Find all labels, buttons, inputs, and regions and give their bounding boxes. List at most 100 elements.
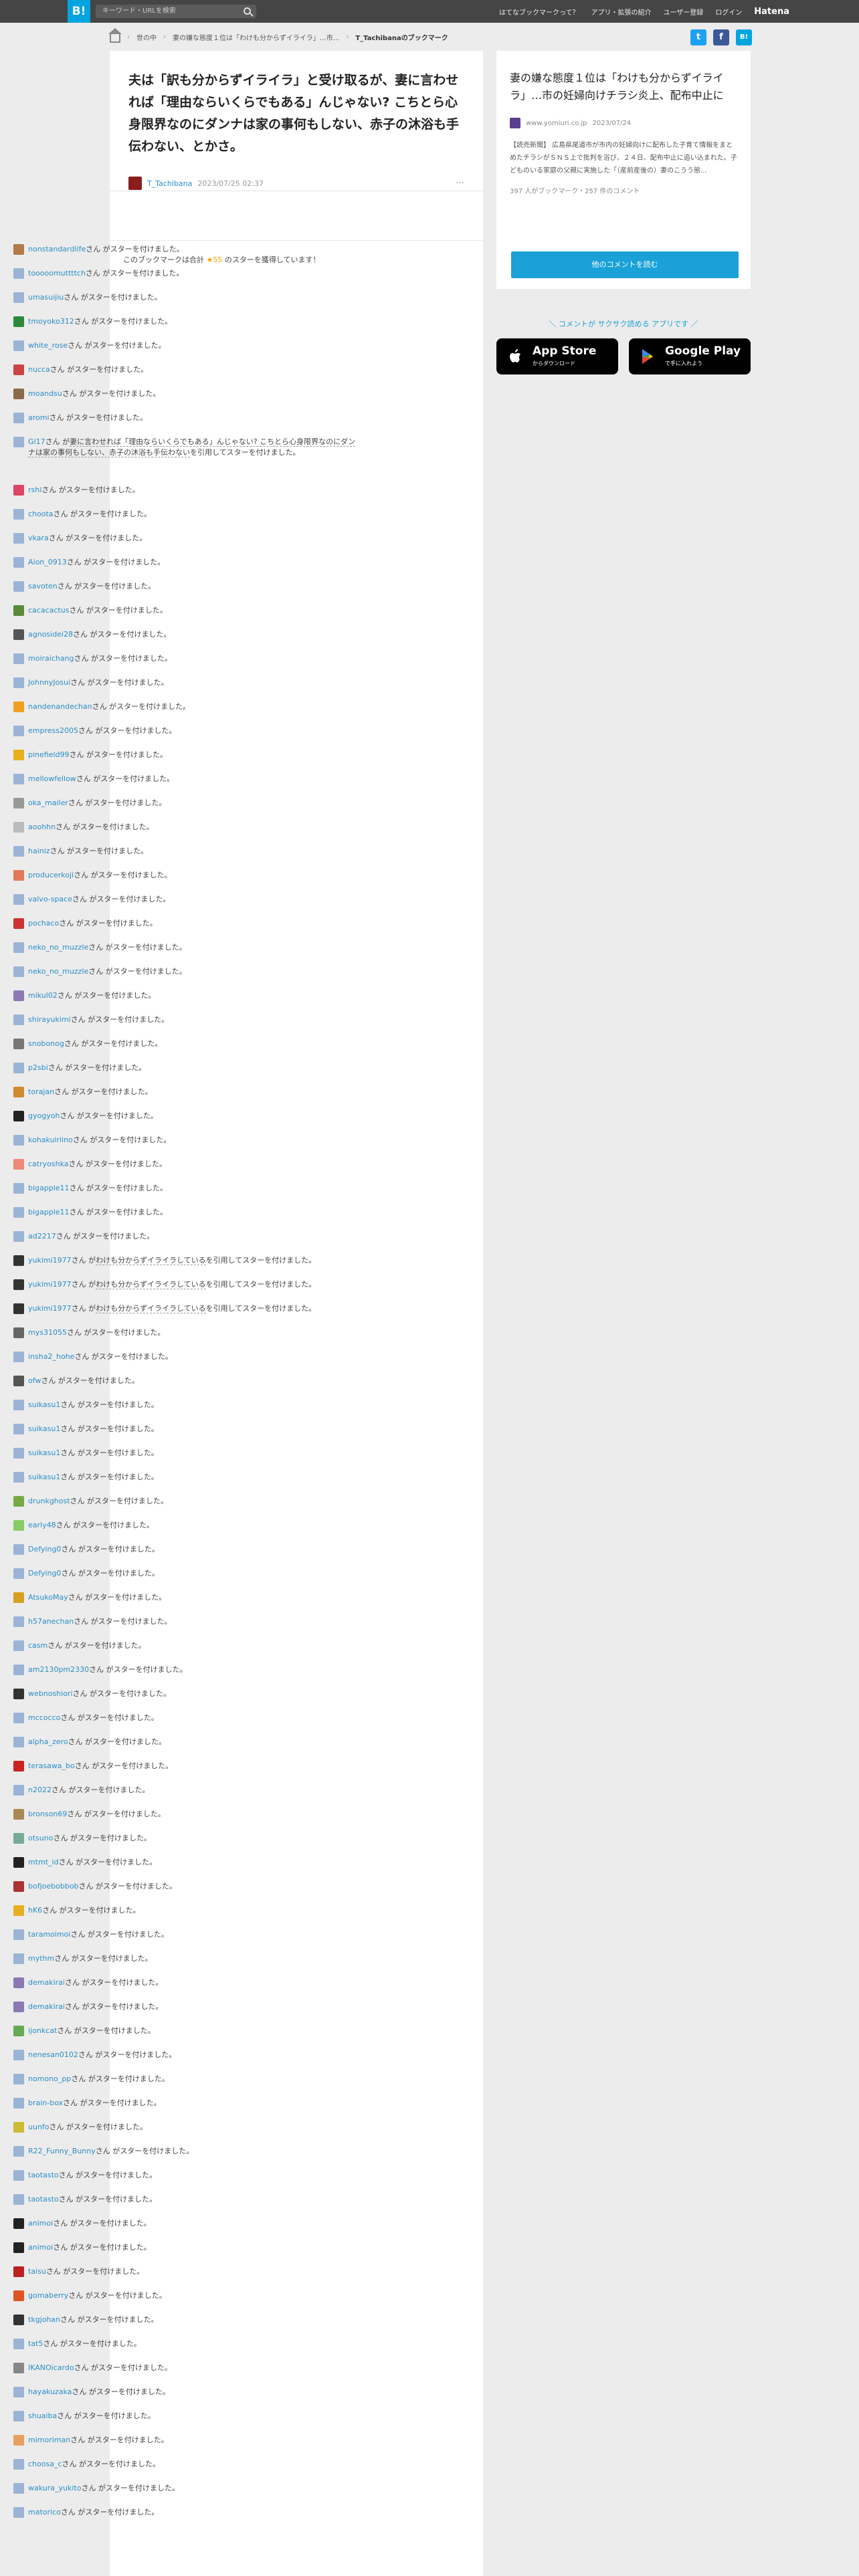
user-avatar-icon[interactable] xyxy=(13,509,24,520)
star-user-link[interactable]: n2022 xyxy=(28,1786,52,1794)
user-avatar-icon[interactable] xyxy=(13,2074,24,2084)
star-user-link[interactable]: ad2217 xyxy=(28,1232,56,1241)
star-user-link[interactable]: early48 xyxy=(28,1521,56,1529)
star-user-link[interactable]: tkgjohan xyxy=(28,2315,60,2324)
user-avatar-icon[interactable] xyxy=(13,1568,24,1579)
star-user-link[interactable]: ijonkcat xyxy=(28,2026,57,2035)
star-user-link[interactable]: shuaiba xyxy=(28,2411,57,2420)
google-play-badge[interactable]: Google Play で手に入れよう xyxy=(629,338,751,374)
star-user-link[interactable]: rshi xyxy=(28,486,41,494)
user-avatar-icon[interactable] xyxy=(13,846,24,857)
user-avatar-icon[interactable] xyxy=(13,413,24,423)
facebook-share-icon[interactable]: f xyxy=(713,29,729,45)
hatena-share-icon[interactable]: B! xyxy=(736,29,752,45)
star-user-link[interactable]: moandsu xyxy=(28,389,62,398)
star-user-link[interactable]: brain-box xyxy=(28,2099,63,2107)
star-user-link[interactable]: choota xyxy=(28,510,54,518)
star-user-link[interactable]: matorico xyxy=(28,2508,61,2516)
star-user-link[interactable]: bigapple11 xyxy=(28,1208,70,1216)
star-user-link[interactable]: ofw xyxy=(28,1376,41,1385)
star-user-link[interactable]: drunkghost xyxy=(28,1497,70,1505)
star-user-link[interactable]: nonstandardlife xyxy=(28,245,86,253)
star-user-link[interactable]: tat5 xyxy=(28,2339,43,2348)
user-avatar-icon[interactable] xyxy=(13,1496,24,1507)
top-link-register[interactable]: ユーザー登録 xyxy=(663,7,703,17)
user-avatar-icon[interactable] xyxy=(13,2050,24,2060)
star-user-link[interactable]: mellowfellow xyxy=(28,774,76,783)
user-avatar-icon[interactable] xyxy=(13,2411,24,2422)
user-avatar-icon[interactable] xyxy=(13,1809,24,1820)
entry-counts[interactable]: 397 人がブックマーク・257 件のコメント xyxy=(510,185,737,195)
star-user-link[interactable]: mimoriman xyxy=(28,2436,70,2444)
user-avatar-icon[interactable] xyxy=(13,942,24,953)
star-user-link[interactable]: taotasto xyxy=(28,2171,59,2179)
star-user-link[interactable]: umasuijiu xyxy=(28,293,64,302)
user-avatar-icon[interactable] xyxy=(13,1640,24,1651)
star-user-link[interactable]: vkara xyxy=(28,534,49,542)
home-icon[interactable] xyxy=(108,27,122,43)
hatena-logo[interactable]: Hatena xyxy=(754,7,789,17)
user-avatar-icon[interactable] xyxy=(13,677,24,688)
twitter-share-icon[interactable]: t xyxy=(690,29,706,45)
user-avatar-icon[interactable] xyxy=(13,726,24,736)
user-avatar-icon[interactable] xyxy=(13,1327,24,1338)
star-user-link[interactable]: gyogyoh xyxy=(28,1111,60,1120)
user-avatar-icon[interactable] xyxy=(13,1737,24,1747)
star-user-link[interactable]: pinefield99 xyxy=(28,750,70,759)
star-user-link[interactable]: nenesan0102 xyxy=(28,2050,78,2059)
user-avatar-icon[interactable] xyxy=(13,2483,24,2494)
star-user-link[interactable]: suikasu1 xyxy=(28,1424,60,1433)
star-user-link[interactable]: hayakuzaka xyxy=(28,2387,72,2396)
star-user-link[interactable]: moiraichang xyxy=(28,654,74,663)
user-avatar-icon[interactable] xyxy=(13,1376,24,1386)
user-avatar-icon[interactable] xyxy=(13,605,24,616)
star-user-link[interactable]: pochaco xyxy=(28,919,59,928)
star-user-link[interactable]: nandenandechan xyxy=(28,702,92,711)
star-user-link[interactable]: shirayukimi xyxy=(28,1015,71,1024)
search-input[interactable]: キーワード・URLを検索 xyxy=(96,5,256,18)
star-user-link[interactable]: mtmt_id xyxy=(28,1858,59,1866)
star-user-link[interactable]: demakirai xyxy=(28,2002,65,2011)
star-user-link[interactable]: mikul02 xyxy=(28,991,58,1000)
user-avatar-icon[interactable] xyxy=(13,2435,24,2446)
breadcrumb-entry[interactable]: 妻の嫌な態度１位は「わけも分からずイライラ」…市... xyxy=(173,32,339,42)
app-store-badge[interactable]: App Store からダウンロード xyxy=(496,338,618,374)
star-user-link[interactable]: nucca xyxy=(28,365,50,374)
user-avatar-icon[interactable] xyxy=(13,2026,24,2036)
star-user-link[interactable]: mythm xyxy=(28,1954,54,1963)
breadcrumb-category[interactable]: 世の中 xyxy=(136,32,157,42)
user-avatar-icon[interactable] xyxy=(13,1953,24,1964)
user-avatar-icon[interactable] xyxy=(13,2290,24,2301)
user-avatar-icon[interactable] xyxy=(13,437,24,447)
star-user-link[interactable]: suikasu1 xyxy=(28,1473,60,1481)
star-user-link[interactable]: wakura_yukito xyxy=(28,2484,81,2492)
user-avatar-icon[interactable] xyxy=(13,268,24,279)
entry-domain[interactable]: www.yomiuri.co.jp xyxy=(526,120,587,127)
star-user-link[interactable]: white_rose xyxy=(28,341,68,350)
star-user-link[interactable]: mys31055 xyxy=(28,1328,67,1337)
star-user-link[interactable]: yukimi1977 xyxy=(28,1280,72,1289)
user-avatar-icon[interactable] xyxy=(13,1833,24,1844)
user-avatar-icon[interactable] xyxy=(13,1713,24,1723)
user-avatar-icon[interactable] xyxy=(13,2459,24,2470)
star-user-link[interactable]: Defying0 xyxy=(28,1545,61,1553)
user-avatar-icon[interactable] xyxy=(13,1857,24,1868)
user-avatar-icon[interactable] xyxy=(13,1977,24,1988)
user-avatar-icon[interactable] xyxy=(13,485,24,496)
star-user-link[interactable]: yukimi1977 xyxy=(28,1304,72,1313)
star-user-link[interactable]: alpha_zero xyxy=(28,1737,68,1746)
user-avatar-icon[interactable] xyxy=(13,557,24,568)
user-avatar-icon[interactable] xyxy=(13,1207,24,1218)
star-user-link[interactable]: tmoyoko312 xyxy=(28,317,74,326)
user-avatar-icon[interactable] xyxy=(13,1689,24,1699)
star-user-link[interactable]: JohnnyJosui xyxy=(28,678,70,687)
user-avatar-icon[interactable] xyxy=(13,2339,24,2349)
user-avatar-icon[interactable] xyxy=(13,1255,24,1266)
user-avatar-icon[interactable] xyxy=(13,1472,24,1483)
star-user-link[interactable]: animoi xyxy=(28,2243,53,2252)
user-avatar-icon[interactable] xyxy=(13,1616,24,1627)
top-link-login[interactable]: ログイン xyxy=(715,7,742,17)
bookmark-date[interactable]: 2023/07/25 02:37 xyxy=(197,179,264,188)
user-avatar-icon[interactable] xyxy=(13,1135,24,1146)
star-user-link[interactable]: animoi xyxy=(28,2219,53,2228)
